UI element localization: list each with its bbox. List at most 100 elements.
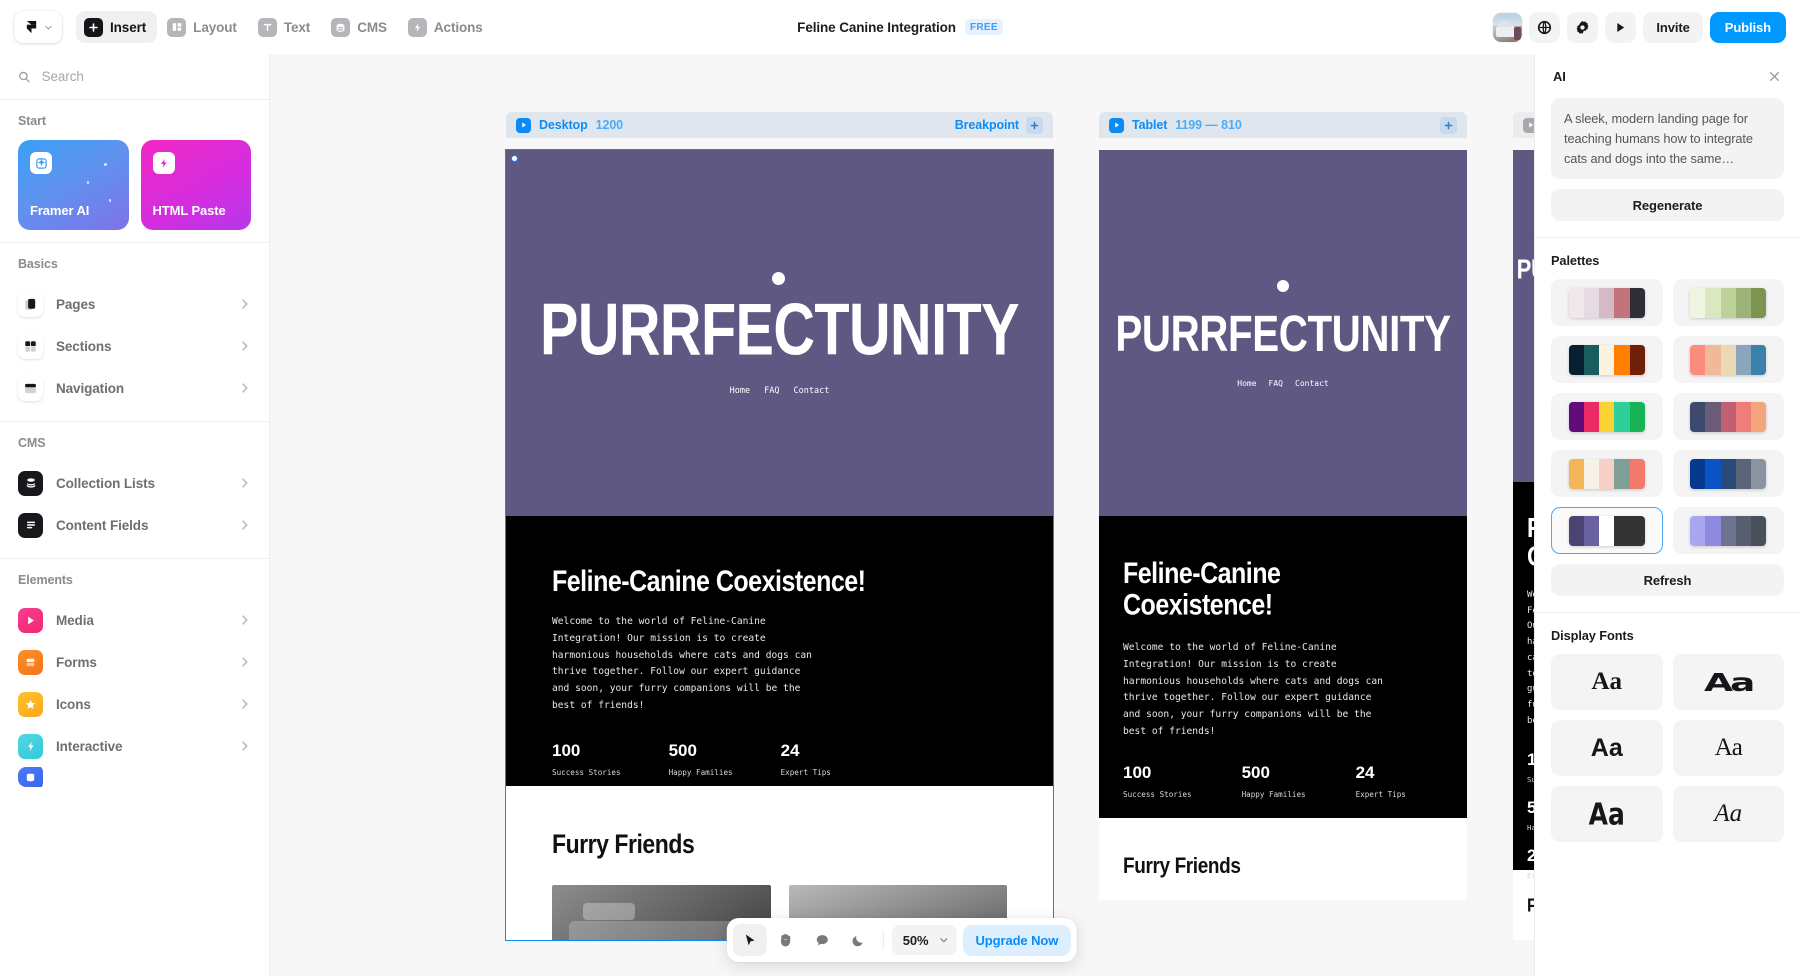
menu-layout-label: Layout bbox=[193, 19, 237, 35]
stat-value: 500 bbox=[668, 740, 697, 760]
palette-option[interactable] bbox=[1551, 279, 1663, 327]
sidebar-item-content-fields[interactable]: Content Fields bbox=[18, 504, 251, 546]
palette-swatch bbox=[1583, 344, 1600, 375]
intro-section-desktop: Feline-Canine Coexistence! Welcome to th… bbox=[506, 516, 1053, 786]
nav-link-contact[interactable]: Contact bbox=[1295, 379, 1329, 388]
palette-option[interactable] bbox=[1551, 336, 1663, 384]
sidebar-item-pages[interactable]: Pages bbox=[18, 283, 251, 325]
framer-editor-window: Insert Layout Text CMS Actions Feline Ca… bbox=[0, 0, 1800, 976]
selection-handle[interactable] bbox=[511, 155, 518, 162]
palette-option[interactable] bbox=[1551, 450, 1663, 498]
play-icon bbox=[1617, 22, 1625, 32]
preview-button[interactable] bbox=[1605, 11, 1637, 43]
palette-option[interactable] bbox=[1551, 393, 1663, 441]
palette-option[interactable] bbox=[1672, 393, 1784, 441]
frame-header-desktop[interactable]: Desktop 1200 Breakpoint bbox=[506, 112, 1053, 138]
font-option[interactable]: Aa bbox=[1551, 654, 1663, 711]
palette-option[interactable] bbox=[1672, 336, 1784, 384]
sidebar-search-row[interactable] bbox=[0, 54, 269, 100]
moon-dot bbox=[772, 272, 785, 285]
refresh-palettes-button[interactable]: Refresh bbox=[1551, 564, 1784, 597]
frame-desktop[interactable]: PURRFECTUNITY Home FAQ Contact Feline-Ca… bbox=[505, 149, 1054, 941]
start-card-framer-ai[interactable]: Framer AI bbox=[18, 140, 129, 230]
close-panel-button[interactable] bbox=[1764, 66, 1784, 86]
nav-link-home[interactable]: Home bbox=[1237, 379, 1256, 388]
sidebar-item-forms[interactable]: Forms bbox=[18, 641, 251, 683]
sidebar-item-sections[interactable]: Sections bbox=[18, 325, 251, 367]
nav-link-faq[interactable]: FAQ bbox=[1269, 379, 1283, 388]
palette-swatch bbox=[1705, 344, 1721, 375]
insert-sidebar: Start Framer AI bbox=[0, 54, 270, 976]
settings-button[interactable] bbox=[1567, 11, 1599, 43]
font-option[interactable]: Aa bbox=[1551, 786, 1663, 843]
display-fonts-section: Display Fonts Aa Aa Aa Aa Aa Aa bbox=[1535, 612, 1800, 858]
stat-label: Happy Families bbox=[1527, 822, 1534, 832]
menu-cms[interactable]: CMS bbox=[323, 11, 398, 43]
font-option[interactable]: Aa bbox=[1672, 786, 1784, 843]
plan-badge: FREE bbox=[964, 19, 1003, 35]
palette-swatch-strip bbox=[1568, 401, 1645, 432]
sidebar-item-collection-lists[interactable]: Collection Lists bbox=[18, 462, 251, 504]
globe-button[interactable] bbox=[1529, 11, 1561, 43]
menu-insert[interactable]: Insert bbox=[76, 11, 158, 43]
design-canvas[interactable]: Desktop 1200 Breakpoint PURRFECTUNITY Ho… bbox=[270, 54, 1534, 976]
dark-mode-button[interactable] bbox=[841, 924, 875, 956]
font-option[interactable]: Aa bbox=[1551, 720, 1663, 777]
stat-item: 500 Happy Families bbox=[1527, 798, 1534, 832]
palette-swatch bbox=[1568, 287, 1584, 318]
ai-prompt-text[interactable]: A sleek, modern landing page for teachin… bbox=[1551, 98, 1784, 180]
frame-header-phone[interactable]: Phone bbox=[1513, 112, 1534, 138]
hand-tool-button[interactable] bbox=[769, 924, 803, 956]
text-t-icon bbox=[257, 17, 277, 37]
add-breakpoint-button[interactable] bbox=[1026, 116, 1043, 134]
ai-panel-title: AI bbox=[1553, 68, 1566, 84]
invite-button[interactable]: Invite bbox=[1643, 11, 1703, 43]
add-breakpoint-button[interactable] bbox=[1440, 116, 1457, 134]
palette-option[interactable] bbox=[1672, 279, 1784, 327]
start-card-html-paste[interactable]: HTML Paste bbox=[140, 140, 251, 230]
palette-swatch bbox=[1583, 458, 1600, 489]
comment-tool-button[interactable] bbox=[805, 924, 839, 956]
frame-name-desktop: Desktop bbox=[539, 118, 588, 132]
gear-icon bbox=[1576, 20, 1589, 34]
select-tool-button[interactable] bbox=[732, 924, 767, 956]
font-option[interactable]: Aa bbox=[1672, 654, 1784, 711]
upgrade-now-button[interactable]: Upgrade Now bbox=[962, 924, 1072, 956]
intro-body-desktop: Welcome to the world of Feline-Canine In… bbox=[552, 616, 812, 711]
font-option[interactable]: Aa bbox=[1672, 720, 1784, 777]
palettes-section: Palettes Refresh bbox=[1535, 237, 1800, 612]
nav-link-contact[interactable]: Contact bbox=[794, 386, 830, 396]
frame-header-tablet[interactable]: Tablet 1199 — 810 bbox=[1099, 112, 1467, 138]
hero-nav-tablet: Home FAQ Contact bbox=[1099, 379, 1467, 388]
sidebar-item-media[interactable]: Media bbox=[18, 599, 251, 641]
sidebar-item-partial[interactable] bbox=[18, 767, 251, 787]
nav-link-faq[interactable]: FAQ bbox=[764, 386, 779, 396]
regenerate-button[interactable]: Regenerate bbox=[1551, 189, 1784, 222]
palette-swatch bbox=[1690, 401, 1706, 432]
palette-option[interactable] bbox=[1672, 507, 1784, 555]
menu-layout[interactable]: Layout bbox=[159, 11, 248, 43]
gallery-heading-phone: Furry Friends bbox=[1527, 896, 1534, 917]
palette-swatch bbox=[1568, 515, 1584, 546]
frame-phone[interactable]: PURRFECTUNITY Home FAQ Contact Feline-Ca… bbox=[1513, 150, 1534, 940]
search-input[interactable] bbox=[41, 69, 251, 84]
sidebar-item-interactive[interactable]: Interactive bbox=[18, 725, 251, 767]
sidebar-item-navigation[interactable]: Navigation bbox=[18, 367, 251, 409]
publish-button[interactable]: Publish bbox=[1709, 11, 1786, 43]
palette-swatch-strip bbox=[1690, 401, 1767, 432]
palette-option[interactable] bbox=[1672, 450, 1784, 498]
gallery-section-tablet: Furry Friends bbox=[1099, 818, 1467, 900]
palette-option[interactable] bbox=[1551, 507, 1663, 555]
menu-text[interactable]: Text bbox=[250, 11, 321, 43]
menu-actions[interactable]: Actions bbox=[400, 11, 494, 43]
font-sample: Aa bbox=[1714, 734, 1743, 762]
nav-link-home[interactable]: Home bbox=[730, 386, 750, 396]
frame-tablet[interactable]: PURRFECTUNITY Home FAQ Contact Feline-Ca… bbox=[1099, 150, 1467, 900]
chevron-right-icon bbox=[242, 741, 248, 751]
framer-logo-menu[interactable] bbox=[14, 11, 62, 43]
zoom-select[interactable]: 50% bbox=[891, 925, 957, 955]
chevron-right-icon bbox=[242, 520, 248, 530]
palette-swatch bbox=[1629, 458, 1645, 489]
user-avatar[interactable] bbox=[1493, 12, 1523, 42]
sidebar-item-icons[interactable]: Icons bbox=[18, 683, 251, 725]
